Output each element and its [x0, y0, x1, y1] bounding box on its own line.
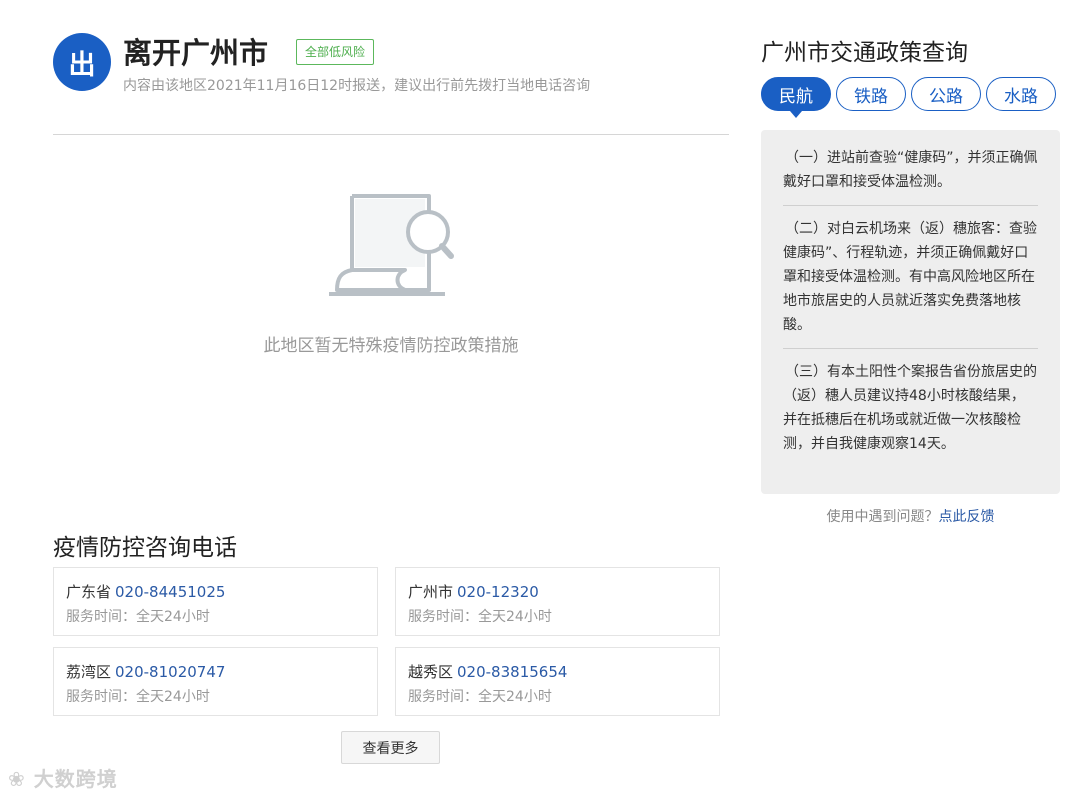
tab-highway[interactable]: 公路 — [911, 77, 981, 111]
service-hours: 服务时间：全天24小时 — [408, 609, 552, 625]
page-title: 离开广州市 — [123, 36, 269, 70]
empty-state-text: 此地区暂无特殊疫情防控政策措施 — [263, 336, 519, 356]
hotline-card: 广州市 020-12320 服务时间：全天24小时 — [395, 567, 720, 636]
hotline-region: 广州市 — [408, 583, 454, 601]
hotline-card: 荔湾区 020-81020747 服务时间：全天24小时 — [53, 647, 378, 716]
tab-waterway[interactable]: 水路 — [986, 77, 1056, 111]
service-hours: 服务时间：全天24小时 — [66, 609, 210, 625]
divider — [783, 348, 1038, 349]
feedback-link[interactable]: 点此反馈 — [939, 509, 995, 525]
policy-content: （一）进站前查验“健康码”，并须正确佩戴好口罩和接受体温检测。 （二）对白云机场… — [761, 130, 1060, 494]
service-hours: 服务时间：全天24小时 — [66, 689, 210, 705]
divider — [53, 134, 729, 135]
watermark: ❀ 大数跨境 — [8, 763, 118, 792]
view-more-button[interactable]: 查看更多 — [341, 731, 440, 764]
policy-item: （三）有本土阳性个案报告省份旅居史的（返）穗人员建议持48小时核酸结果，并在抵穗… — [783, 364, 1037, 452]
report-info: 内容由该地区2021年11月16日12时报送，建议出行前先拨打当地电话咨询 — [123, 78, 591, 94]
watermark-text: 大数跨境 — [33, 767, 118, 791]
document-search-icon — [329, 194, 454, 296]
hotline-phone[interactable]: 020-83815654 — [457, 663, 567, 681]
hotline-section-title: 疫情防控咨询电话 — [53, 535, 237, 561]
tab-railway[interactable]: 铁路 — [836, 77, 906, 111]
policy-item: （一）进站前查验“健康码”，并须正确佩戴好口罩和接受体温检测。 — [783, 150, 1038, 190]
hotline-card: 越秀区 020-83815654 服务时间：全天24小时 — [395, 647, 720, 716]
departure-badge: 出 — [53, 33, 111, 91]
watermark-logo-icon: ❀ — [8, 767, 26, 791]
hotline-phone[interactable]: 020-12320 — [457, 583, 539, 601]
transport-tabs: 民航 铁路 公路 水路 — [761, 77, 1056, 118]
policy-item: （二）对白云机场来（返）穗旅客：查验健康码”、行程轨迹，并须正确佩戴好口罩和接受… — [783, 221, 1037, 333]
feedback-line: 使用中遇到问题？点此反馈 — [761, 506, 1060, 526]
service-hours: 服务时间：全天24小时 — [408, 689, 552, 705]
hotline-region: 越秀区 — [408, 663, 454, 681]
risk-level-tag: 全部低风险 — [296, 39, 375, 65]
hotline-phone[interactable]: 020-84451025 — [115, 583, 225, 601]
feedback-prompt: 使用中遇到问题？ — [826, 509, 939, 525]
tab-civil-aviation[interactable]: 民航 — [761, 77, 831, 118]
hotline-region: 荔湾区 — [66, 663, 112, 681]
policy-section-title: 广州市交通政策查询 — [761, 40, 968, 66]
hotline-phone[interactable]: 020-81020747 — [115, 663, 225, 681]
divider — [783, 205, 1038, 206]
hotline-card: 广东省 020-84451025 服务时间：全天24小时 — [53, 567, 378, 636]
hotline-region: 广东省 — [66, 583, 112, 601]
